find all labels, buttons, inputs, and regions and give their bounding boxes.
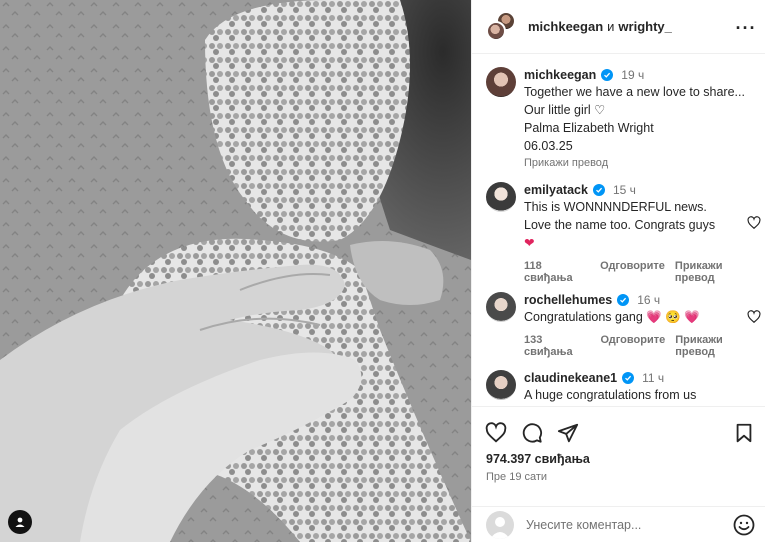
comment-likes[interactable]: 133 свиђања <box>524 334 590 358</box>
post-photo[interactable] <box>0 0 471 542</box>
caption-line: 06.03.25 <box>524 139 573 153</box>
comment-text-row: Congratulations gang 💗 🥺 💗 <box>524 309 761 326</box>
comment-likes[interactable]: 118 свиђања <box>524 260 590 284</box>
user-tag-icon[interactable] <box>8 510 32 534</box>
avatar <box>486 510 514 539</box>
collab-avatars[interactable] <box>486 10 518 43</box>
verified-icon <box>622 372 635 384</box>
comment-time[interactable]: 11 ч <box>642 370 664 386</box>
emoji-picker-button[interactable] <box>732 513 756 537</box>
share-button[interactable] <box>556 421 580 445</box>
comment-username[interactable]: claudinekeane1 <box>524 370 617 386</box>
comment-text: This is WONNNNDERFUL news. <box>524 200 707 214</box>
comment-input[interactable] <box>526 517 726 532</box>
reply-button[interactable]: Одговорите <box>600 260 665 284</box>
header-usernames: michkeegan и wrighty_ <box>528 19 672 34</box>
save-button[interactable] <box>732 421 756 445</box>
caption-line: Together we have a new love to share... <box>524 85 745 99</box>
avatar <box>486 20 506 41</box>
comment-text: A huge congratulations from us <box>524 388 697 402</box>
comment-item: claudinekeane1 11 ч A huge congratulatio… <box>486 370 761 406</box>
comment-icon <box>522 423 543 443</box>
heart-icon <box>485 422 507 443</box>
post-time-ago[interactable]: Пре 19 сати <box>486 471 547 483</box>
verified-icon <box>601 69 614 81</box>
avatar[interactable] <box>486 182 516 212</box>
likes-count[interactable]: 974.397 свиђања <box>486 452 590 466</box>
verified-icon <box>617 294 630 306</box>
author-username[interactable]: michkeegan <box>528 19 603 34</box>
avatar[interactable] <box>486 292 516 322</box>
heart-icon[interactable] <box>747 216 761 230</box>
comment-button[interactable] <box>520 421 544 445</box>
comment-bar <box>472 506 765 542</box>
comment-time[interactable]: 15 ч <box>613 182 636 198</box>
see-translation-link[interactable]: Прикажи превод <box>524 157 761 169</box>
comment-emoji: ❤ <box>524 236 535 250</box>
more-options-button[interactable]: ··· <box>734 16 758 40</box>
caption-username[interactable]: michkeegan <box>524 67 596 83</box>
caption-entry: michkeegan 19 ч Together we have a new l… <box>486 67 761 177</box>
post-actions: 974.397 свиђања Пре 19 сати <box>472 406 765 496</box>
comment-username[interactable]: rochellehumes <box>524 292 612 308</box>
conjunction-text: и <box>607 19 615 34</box>
caption-line: Palma Elizabeth Wright <box>524 121 654 135</box>
caption-line: Our little girl ♡ <box>524 103 606 117</box>
comment-text: Love the name too. Congrats guys <box>524 218 716 232</box>
share-icon <box>557 423 579 443</box>
collaborator-username[interactable]: wrighty_ <box>618 19 671 34</box>
avatar[interactable] <box>486 67 516 97</box>
see-translation-link[interactable]: Прикажи превод <box>675 334 761 358</box>
comment-time[interactable]: 16 ч <box>637 292 660 308</box>
comment-item: emilyatack 15 ч This is WONNNNDERFUL new… <box>486 182 761 284</box>
comment-emoji: 💗 🥺 💗 <box>646 310 700 324</box>
see-translation-link[interactable]: Прикажи превод <box>675 260 761 284</box>
comment-item: rochellehumes 16 ч Congratulations gang … <box>486 292 761 358</box>
caption-time[interactable]: 19 ч <box>621 67 644 83</box>
post-header: michkeegan и wrighty_ ··· <box>472 0 765 54</box>
more-icon: ··· <box>735 18 757 38</box>
comment-username[interactable]: emilyatack <box>524 182 588 198</box>
like-button[interactable] <box>484 421 508 445</box>
comment-text: Congratulations gang <box>524 310 643 324</box>
heart-icon[interactable] <box>747 310 761 324</box>
save-icon <box>736 423 752 443</box>
comments-list[interactable]: michkeegan 19 ч Together we have a new l… <box>472 55 765 406</box>
avatar[interactable] <box>486 370 516 400</box>
emoji-icon <box>733 514 755 536</box>
verified-icon <box>592 184 605 196</box>
post-side-panel: michkeegan и wrighty_ ··· michkeegan 19 … <box>471 0 765 542</box>
reply-button[interactable]: Одговорите <box>600 334 665 358</box>
baby-photo-image <box>0 0 471 542</box>
